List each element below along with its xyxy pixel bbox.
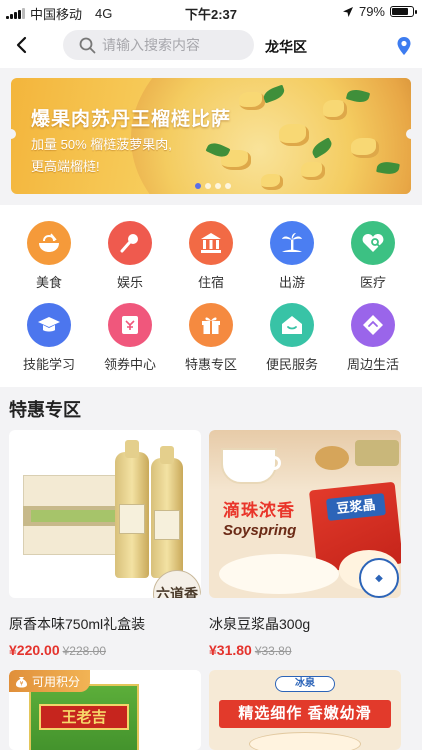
category-lodging[interactable]: 住宿: [173, 221, 249, 291]
battery-percent: 79%: [358, 4, 385, 19]
category-nearby[interactable]: 周边生活: [335, 303, 411, 373]
category-food[interactable]: 美食: [11, 221, 87, 291]
banner-notch-left: [6, 129, 16, 139]
location-arrow-icon: [342, 6, 353, 17]
product-card[interactable]: 六道香 原香本味750ml礼盒装 ¥220.00 ¥228.00: [9, 430, 201, 662]
points-badge-label: 可用积分: [32, 674, 81, 689]
banner-dot[interactable]: [195, 183, 201, 189]
graduation-cap-icon: [27, 303, 71, 347]
palm-tree-icon: [270, 221, 314, 265]
medical-icon: [351, 221, 395, 265]
status-bar: 中国移动 4G 下午2:37 79%: [0, 0, 422, 24]
product-image: 六道香: [9, 430, 201, 598]
category-medical[interactable]: 医疗: [335, 221, 411, 291]
original-price: ¥33.80: [254, 644, 292, 658]
category-skills[interactable]: 技能学习: [11, 303, 87, 373]
slogan-banner: 精选细作 香嫩幼滑: [219, 700, 391, 728]
gift-icon: [189, 303, 233, 347]
category-grid: 美食 娱乐 住宿 出游 医疗 技能学习 领券中心 特惠专区 便民服务 周边生活: [0, 205, 422, 387]
category-label: 特惠专区: [184, 357, 237, 372]
svg-text:¥: ¥: [20, 680, 24, 687]
category-label: 技能学习: [22, 357, 75, 372]
current-price: ¥220.00: [9, 642, 60, 658]
category-label: 出游: [278, 275, 305, 290]
points-badge: ¥ 可用积分: [9, 670, 91, 692]
bowl-icon: [27, 221, 71, 265]
location-pin-icon[interactable]: [396, 36, 412, 56]
category-specials[interactable]: 特惠专区: [173, 303, 249, 373]
banner-notch-right: [406, 129, 416, 139]
chevron-left-icon: [16, 36, 27, 54]
category-coupons[interactable]: 领券中心: [92, 303, 168, 373]
brand-logo: ◆: [359, 558, 399, 598]
brand-mark: 冰泉: [275, 676, 335, 692]
slogan-text: 滴珠浓香: [223, 501, 295, 520]
money-bag-icon: ¥: [16, 676, 27, 687]
banner-dot[interactable]: [225, 183, 231, 189]
banner-dot[interactable]: [215, 183, 221, 189]
category-label: 领券中心: [103, 357, 156, 372]
product-name: 冰泉豆浆晶300g: [209, 616, 311, 632]
current-price: ¥31.80: [209, 642, 252, 658]
building-icon: [189, 221, 233, 265]
product-card[interactable]: 滴珠浓香 Soyspring 豆浆晶 ◆ 冰泉豆浆晶300g ¥31.80 ¥33…: [209, 430, 401, 662]
microphone-icon: [108, 221, 152, 265]
category-label: 娱乐: [116, 275, 143, 290]
category-label: 医疗: [359, 275, 386, 290]
banner-pagination: [195, 183, 231, 189]
top-nav: 龙华区: [0, 24, 422, 68]
category-label: 周边生活: [346, 357, 399, 372]
brand-text: Soyspring: [223, 522, 297, 539]
house-icon: [270, 303, 314, 347]
back-button[interactable]: [10, 34, 32, 56]
product-image: 冰泉 精选细作 香嫩幼滑: [209, 670, 401, 750]
original-price: ¥228.00: [62, 644, 106, 658]
product-name: 原香本味750ml礼盒装: [9, 616, 146, 632]
product-card[interactable]: 冰泉 精选细作 香嫩幼滑: [209, 670, 401, 750]
product-price: ¥31.80 ¥33.80: [209, 642, 292, 658]
category-label: 便民服务: [265, 357, 318, 372]
search-input[interactable]: [102, 37, 242, 53]
banner-subtitle-1: 加量 50% 榴梿菠萝果肉,: [31, 137, 172, 152]
search-icon: [79, 37, 96, 53]
promo-banner[interactable]: 爆果肉苏丹王榴梿比萨 加量 50% 榴梿菠萝果肉, 更高端榴梿!: [11, 78, 411, 194]
category-label: 美食: [35, 275, 62, 290]
category-travel[interactable]: 出游: [254, 221, 330, 291]
city-selector[interactable]: 龙华区: [265, 37, 307, 57]
category-services[interactable]: 便民服务: [254, 303, 330, 373]
category-label: 住宿: [197, 275, 224, 290]
map-sign-icon: [351, 303, 395, 347]
pack-label: 王老吉: [39, 704, 129, 730]
category-entertainment[interactable]: 娱乐: [92, 221, 168, 291]
banner-title: 爆果肉苏丹王榴梿比萨: [31, 109, 232, 130]
coupon-icon: [108, 303, 152, 347]
search-bar[interactable]: [63, 30, 254, 60]
banner-dot[interactable]: [205, 183, 211, 189]
battery-icon: [390, 6, 417, 17]
section-title: 特惠专区: [9, 400, 81, 420]
product-image: 滴珠浓香 Soyspring 豆浆晶 ◆: [209, 430, 401, 598]
product-price: ¥220.00 ¥228.00: [9, 642, 106, 658]
banner-subtitle-2: 更高端榴梿!: [31, 159, 100, 174]
product-card[interactable]: 王老吉 ¥ 可用积分: [9, 670, 201, 750]
